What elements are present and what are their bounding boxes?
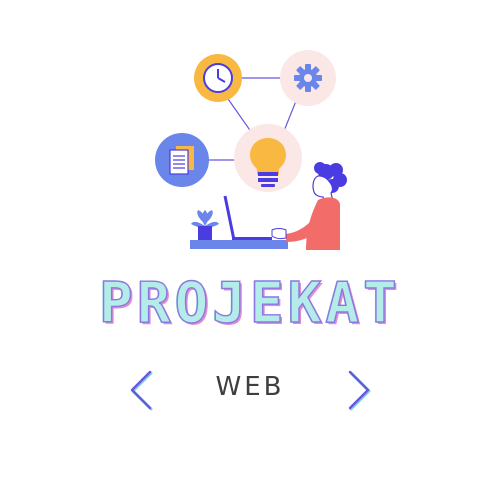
desk (190, 240, 288, 249)
brand-title: PROJEKAT (98, 271, 401, 336)
laptop-icon (223, 195, 272, 241)
gear-icon (280, 50, 336, 106)
teamwork-illustration (155, 50, 347, 250)
plant-icon (191, 210, 219, 240)
chevron-right-icon[interactable] (340, 366, 380, 414)
lightbulb-icon (234, 124, 302, 192)
clock-icon (194, 54, 242, 102)
documents-icon (155, 133, 209, 187)
brand-subtitle: WEB (215, 372, 285, 402)
